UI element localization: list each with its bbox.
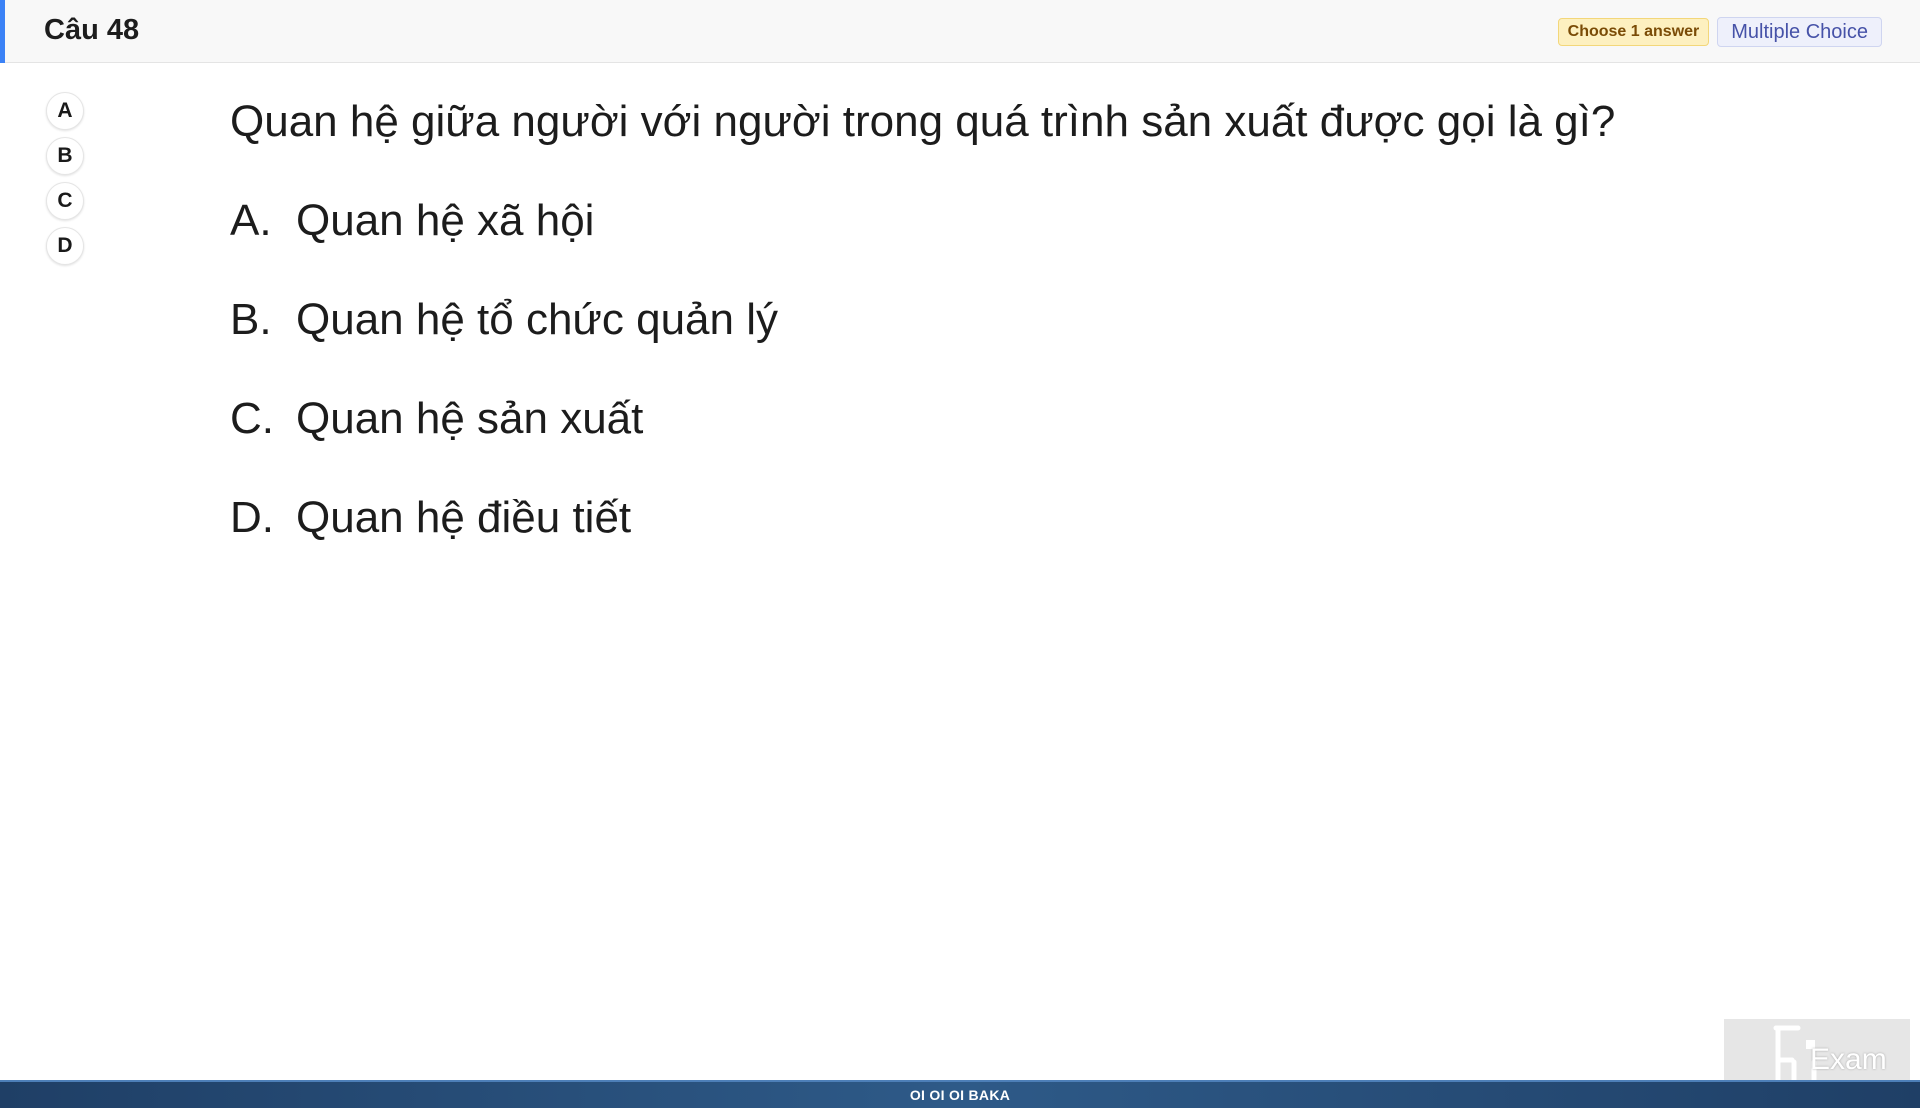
header-accent-bar: [0, 0, 5, 63]
footer-bar: OI OI OI BAKA: [0, 1080, 1920, 1108]
answer-selector-b[interactable]: B: [46, 137, 84, 175]
question-type-badge: Multiple Choice: [1717, 17, 1882, 47]
answer-selector-d[interactable]: D: [46, 227, 84, 265]
option-letter: B.: [230, 295, 272, 344]
choose-count-badge: Choose 1 answer: [1557, 18, 1710, 46]
footer-text: OI OI OI BAKA: [909, 1087, 1011, 1103]
answer-selector-a[interactable]: A: [46, 92, 84, 130]
option-b: B. Quan hệ tổ chức quản lý: [230, 292, 1615, 348]
question-header: Câu 48 Choose 1 answer Multiple Choice: [0, 0, 1920, 63]
option-text: Quan hệ xã hội: [296, 196, 595, 245]
question-title: Câu 48: [44, 14, 140, 46]
option-d: D. Quan hệ điều tiết: [230, 490, 1615, 546]
question-text: Quan hệ giữa người với người trong quá t…: [230, 97, 1616, 146]
option-text: Quan hệ điều tiết: [296, 493, 632, 542]
option-c: C. Quan hệ sản xuất: [230, 391, 1615, 447]
exam-page: Câu 48 Choose 1 answer Multiple Choice A…: [0, 0, 1920, 1108]
option-letter: C.: [230, 394, 274, 443]
answer-selector-list: A B C D: [46, 92, 84, 265]
question-badges: Choose 1 answer Multiple Choice: [1557, 17, 1882, 47]
option-text: Quan hệ sản xuất: [296, 394, 644, 443]
option-list: A. Quan hệ xã hội B. Quan hệ tổ chức quả…: [230, 193, 1615, 546]
option-text: Quan hệ tổ chức quản lý: [296, 295, 778, 344]
option-letter: D.: [230, 493, 274, 542]
question-content: Quan hệ giữa người với người trong quá t…: [230, 94, 1615, 546]
answer-selector-c[interactable]: C: [46, 182, 84, 220]
watermark-text: Exam: [1810, 1043, 1887, 1076]
option-a: A. Quan hệ xã hội: [230, 193, 1615, 249]
option-letter: A.: [230, 196, 272, 245]
